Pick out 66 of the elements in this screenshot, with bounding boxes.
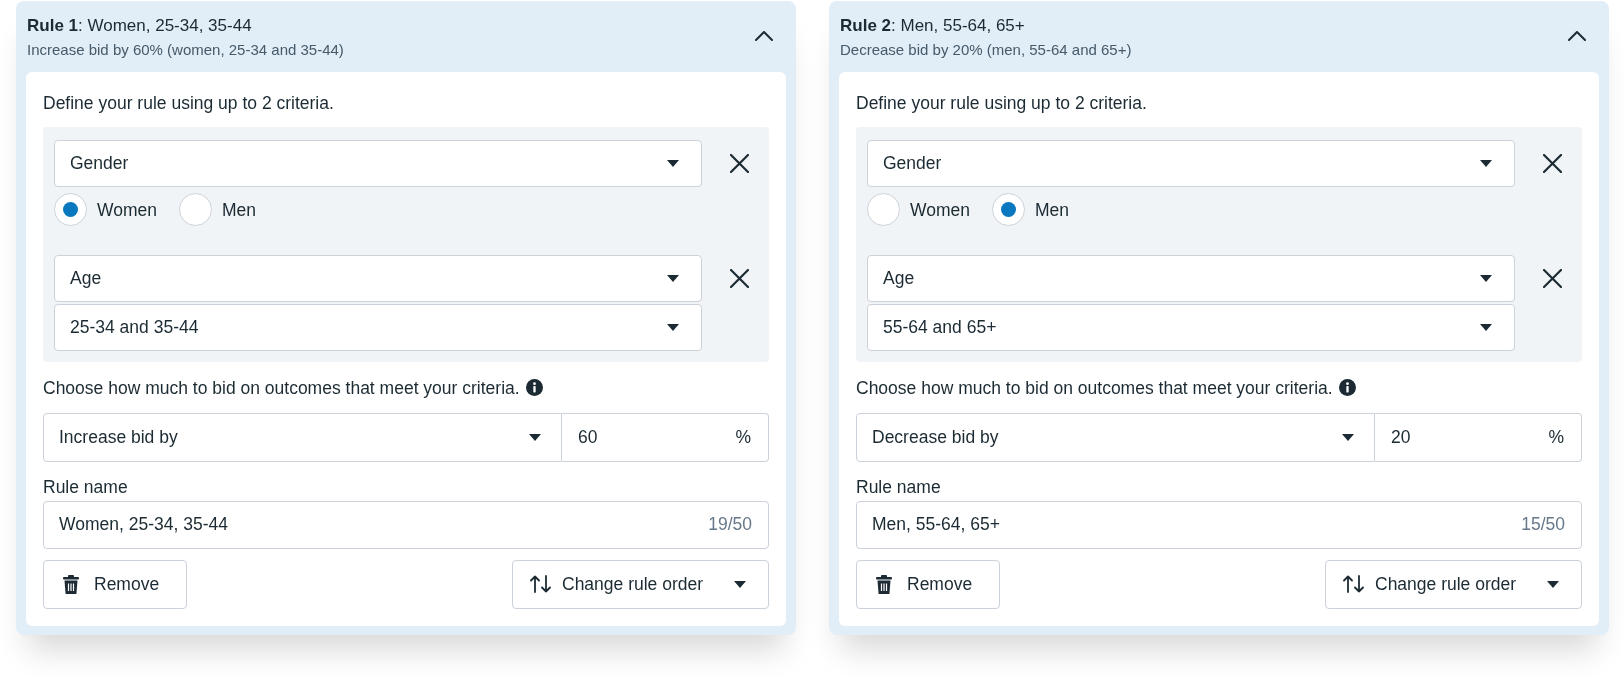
remove-criterion-button[interactable] [730, 153, 749, 173]
radio-label: Men [222, 198, 257, 222]
trash-icon [63, 574, 79, 594]
rule-name-field[interactable]: Men, 55-64, 65+ 15/50 [856, 500, 1582, 549]
radio-button[interactable] [867, 193, 900, 226]
collapse-toggle[interactable] [1568, 31, 1586, 41]
caret-icon [1480, 159, 1492, 167]
bid-action-dropdown[interactable]: Decrease bid by [856, 412, 1375, 462]
rule-summary: Increase bid by 60% (women, 25-34 and 35-44) [27, 40, 344, 60]
radio-button[interactable] [179, 193, 212, 226]
caret-icon [1480, 323, 1492, 331]
character-count: 19/50 [708, 513, 752, 537]
remove-criterion-button[interactable] [1543, 153, 1562, 173]
caret-icon [667, 323, 679, 331]
criterion-dropdown[interactable]: Age [867, 254, 1515, 302]
caret-icon [667, 274, 679, 282]
caret-icon [667, 159, 679, 167]
rule-title: Rule 1: Women, 25-34, 35-44 [27, 15, 253, 37]
bid-instruction-text: Choose how much to bid on outcomes that meet your criteria. [856, 376, 1333, 400]
radio-button[interactable] [54, 193, 87, 226]
bid-action-dropdown[interactable]: Increase bid by [43, 412, 562, 462]
radio-label: Women [910, 198, 970, 222]
collapse-toggle[interactable] [755, 31, 773, 41]
remove-button[interactable]: Remove [856, 559, 1000, 609]
info-icon [1338, 379, 1356, 396]
field-label: Rule name [856, 475, 942, 499]
radio-label: Men [1035, 198, 1070, 222]
field-label: Rule name [43, 475, 129, 499]
criterion-dropdown[interactable]: Gender [54, 139, 702, 187]
trash-icon [876, 574, 892, 594]
criterion-value-dropdown[interactable]: 25-34 and 35-44 [54, 303, 702, 351]
bid-value-field[interactable]: 20 % [1375, 412, 1582, 462]
remove-button[interactable]: Remove [43, 559, 187, 609]
criterion-value-dropdown[interactable]: 55-64 and 65+ [867, 303, 1515, 351]
change-order-button[interactable]: Change rule order [1325, 559, 1582, 609]
caret-icon [1480, 274, 1492, 282]
remove-criterion-button[interactable] [730, 268, 749, 288]
rule-title: Rule 2: Men, 55-64, 65+ [840, 15, 1026, 37]
close-icon [1543, 268, 1562, 288]
chevron-up-icon [1568, 31, 1586, 41]
close-icon [730, 153, 749, 173]
close-icon [1543, 153, 1562, 173]
remove-criterion-button[interactable] [1543, 268, 1562, 288]
caret-icon [1342, 433, 1354, 441]
bid-instruction-text: Choose how much to bid on outcomes that meet your criteria. [43, 376, 520, 400]
caret-icon [734, 580, 746, 588]
close-icon [730, 268, 749, 288]
unit-label: % [735, 425, 751, 449]
change-order-button[interactable]: Change rule order [512, 559, 769, 609]
up-down-arrows-icon [1343, 575, 1364, 593]
rule-name-field[interactable]: Women, 25-34, 35-44 19/50 [43, 500, 769, 549]
criterion-dropdown[interactable]: Gender [867, 139, 1515, 187]
caret-icon [529, 433, 541, 441]
instruction-text: Define your rule using up to 2 criteria. [856, 92, 1148, 115]
chevron-up-icon [755, 31, 773, 41]
criterion-dropdown[interactable]: Age [54, 254, 702, 302]
info-icon [525, 379, 543, 396]
bid-value-field[interactable]: 60 % [562, 412, 769, 462]
caret-icon [1547, 580, 1559, 588]
up-down-arrows-icon [530, 575, 551, 593]
rule-summary: Decrease bid by 20% (men, 55-64 and 65+) [840, 40, 1132, 60]
radio-label: Women [97, 198, 157, 222]
unit-label: % [1548, 425, 1564, 449]
instruction-text: Define your rule using up to 2 criteria. [43, 92, 335, 115]
radio-button[interactable] [992, 193, 1025, 226]
character-count: 15/50 [1521, 513, 1565, 537]
